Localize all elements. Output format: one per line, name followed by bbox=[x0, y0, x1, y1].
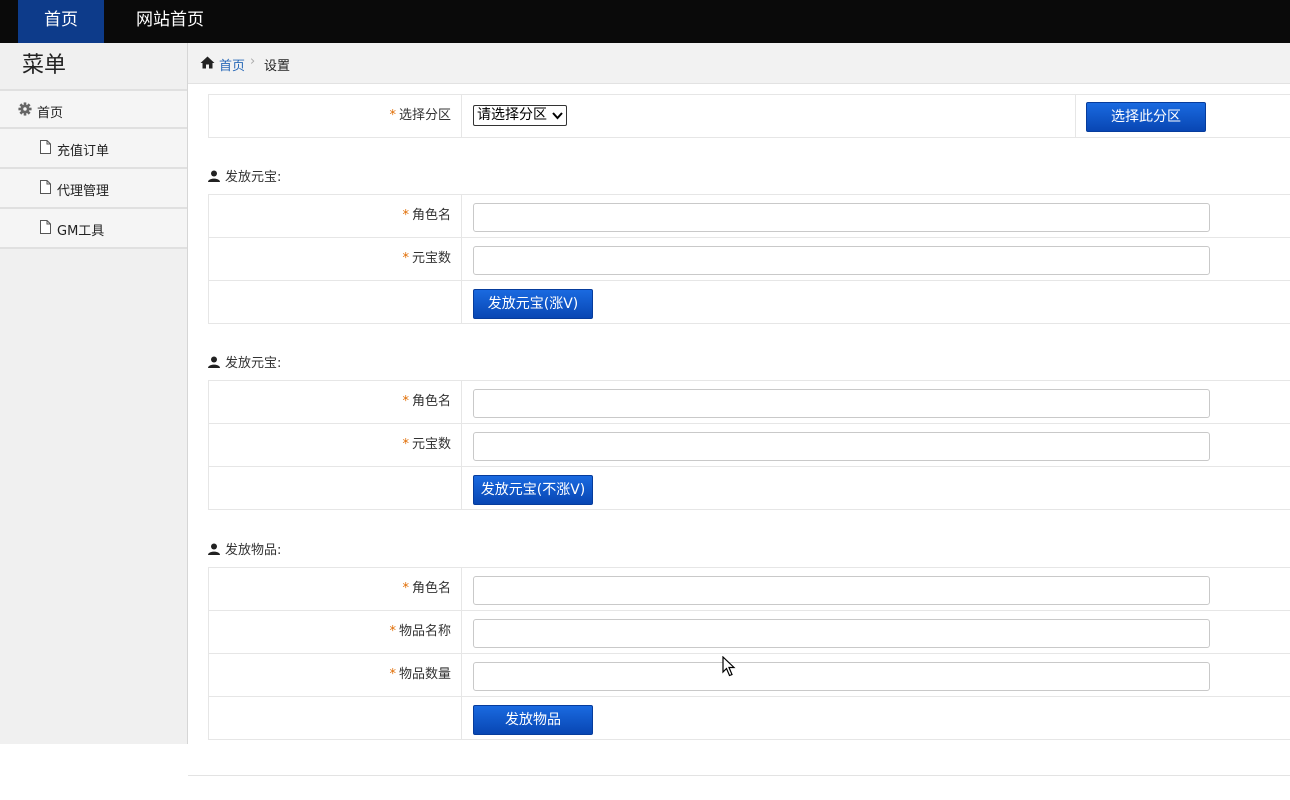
section-title: 发放物品: bbox=[208, 539, 282, 558]
gear-icon bbox=[18, 102, 32, 116]
required-mark: * bbox=[389, 667, 396, 682]
zone-label: 选择分区 bbox=[398, 108, 451, 123]
required-mark: * bbox=[402, 581, 409, 596]
role-name-input[interactable] bbox=[473, 389, 1210, 418]
section-title-text: 发放元宝: bbox=[225, 356, 282, 371]
mouse-cursor-icon bbox=[722, 656, 736, 677]
required-mark: * bbox=[389, 624, 396, 639]
form-row: 发放元宝(不涨V) bbox=[208, 466, 1290, 510]
field-label: * 选择分区 bbox=[209, 95, 462, 137]
user-icon bbox=[208, 356, 220, 368]
nav-site-home[interactable]: 网站首页 bbox=[118, 0, 222, 43]
footer-divider bbox=[188, 775, 1290, 776]
breadcrumb-current: 设置 bbox=[264, 59, 291, 74]
sidebar-item-label: 代理管理 bbox=[57, 184, 110, 199]
zone-button-cell: 选择此分区 bbox=[1075, 95, 1290, 137]
form-row: * 元宝数 bbox=[208, 423, 1290, 467]
ingot-amount-input[interactable] bbox=[473, 432, 1210, 461]
issue-ingot-no-vip-button[interactable]: 发放元宝(不涨V) bbox=[473, 475, 593, 505]
section-title: 发放元宝: bbox=[208, 352, 282, 371]
section-title: 发放元宝: bbox=[208, 166, 282, 185]
sidebar-item-gm-tools[interactable]: GM工具 bbox=[0, 209, 187, 249]
role-name-input[interactable] bbox=[473, 576, 1210, 605]
ingot-amount-input[interactable] bbox=[473, 246, 1210, 275]
document-icon bbox=[40, 220, 51, 234]
user-icon bbox=[208, 170, 220, 182]
form-row: * 角色名 bbox=[208, 567, 1290, 611]
user-icon bbox=[208, 543, 220, 555]
amount-label: 元宝数 bbox=[411, 437, 451, 452]
chevron-down-icon bbox=[552, 112, 563, 120]
breadcrumb: 首页 › 设置 bbox=[188, 43, 1290, 84]
form-row: * 角色名 bbox=[208, 194, 1290, 238]
section-title-text: 发放元宝: bbox=[225, 170, 282, 185]
issue-ingot-vip-button[interactable]: 发放元宝(涨V) bbox=[473, 289, 593, 319]
form-row: * 物品名称 bbox=[208, 610, 1290, 654]
required-mark: * bbox=[402, 437, 409, 452]
item-name-label: 物品名称 bbox=[398, 624, 451, 639]
sidebar-item-home[interactable]: 首页 bbox=[0, 89, 187, 129]
role-label: 角色名 bbox=[411, 208, 451, 223]
field-label: * 角色名 bbox=[209, 195, 462, 237]
required-mark: * bbox=[402, 394, 409, 409]
nav-home[interactable]: 首页 bbox=[18, 0, 104, 43]
role-name-input[interactable] bbox=[473, 203, 1210, 232]
section-title-text: 发放物品: bbox=[225, 543, 282, 558]
field-label: * 元宝数 bbox=[209, 424, 462, 466]
role-label: 角色名 bbox=[411, 581, 451, 596]
sidebar-item-label: 充值订单 bbox=[57, 144, 110, 159]
home-icon bbox=[200, 56, 215, 69]
required-mark: * bbox=[402, 208, 409, 223]
document-icon bbox=[40, 180, 51, 194]
zone-select-value: 请选择分区 bbox=[477, 107, 547, 123]
document-icon bbox=[40, 140, 51, 154]
field-label bbox=[209, 281, 462, 323]
zone-select-row: * 选择分区 请选择分区 选择此分区 bbox=[208, 94, 1290, 138]
sidebar-item-label: GM工具 bbox=[57, 224, 105, 239]
required-mark: * bbox=[389, 108, 396, 123]
item-quantity-input[interactable] bbox=[473, 662, 1210, 691]
item-name-input[interactable] bbox=[473, 619, 1210, 648]
field-label: * 物品名称 bbox=[209, 611, 462, 653]
form-row: 发放物品 bbox=[208, 696, 1290, 740]
field-label bbox=[209, 697, 462, 739]
form-row: 发放元宝(涨V) bbox=[208, 280, 1290, 324]
sidebar-item-agent-management[interactable]: 代理管理 bbox=[0, 169, 187, 209]
issue-item-button[interactable]: 发放物品 bbox=[473, 705, 593, 735]
sidebar-title: 菜单 bbox=[22, 53, 67, 78]
zone-select[interactable]: 请选择分区 bbox=[473, 105, 567, 126]
form-row: * 物品数量 bbox=[208, 653, 1290, 697]
breadcrumb-home-link[interactable]: 首页 bbox=[219, 55, 245, 74]
role-label: 角色名 bbox=[411, 394, 451, 409]
required-mark: * bbox=[402, 251, 409, 266]
top-navbar: 首页 网站首页 bbox=[0, 0, 1290, 43]
sidebar-item-recharge-orders[interactable]: 充值订单 bbox=[0, 129, 187, 169]
field-label: * 元宝数 bbox=[209, 238, 462, 280]
item-qty-label: 物品数量 bbox=[398, 667, 451, 682]
field-label: * 角色名 bbox=[209, 381, 462, 423]
field-label bbox=[209, 467, 462, 509]
breadcrumb-separator: › bbox=[250, 54, 256, 69]
select-zone-button[interactable]: 选择此分区 bbox=[1086, 102, 1206, 132]
field-label: * 角色名 bbox=[209, 568, 462, 610]
sidebar-item-label: 首页 bbox=[37, 106, 64, 121]
field-label: * 物品数量 bbox=[209, 654, 462, 696]
form-row: * 元宝数 bbox=[208, 237, 1290, 281]
sidebar: 菜单 首页 充值订单 代理管理 GM工具 bbox=[0, 43, 188, 744]
amount-label: 元宝数 bbox=[411, 251, 451, 266]
form-row: * 角色名 bbox=[208, 380, 1290, 424]
